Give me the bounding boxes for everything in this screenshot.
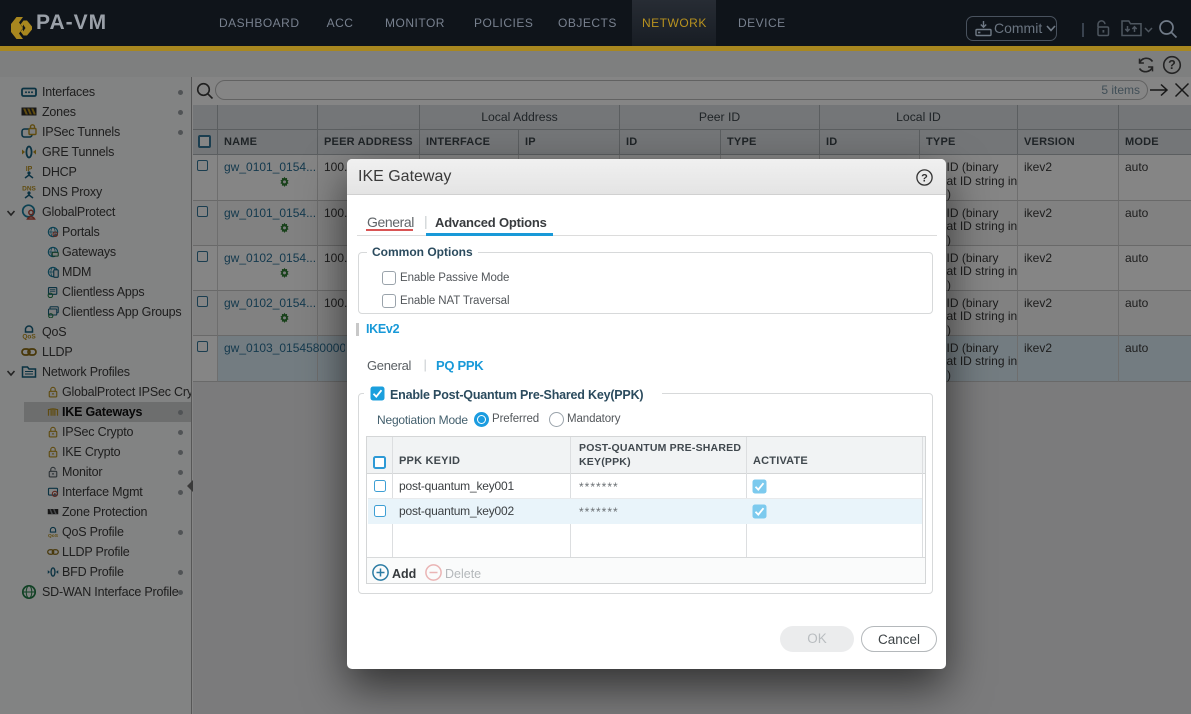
svg-text:?: ? bbox=[921, 173, 928, 185]
